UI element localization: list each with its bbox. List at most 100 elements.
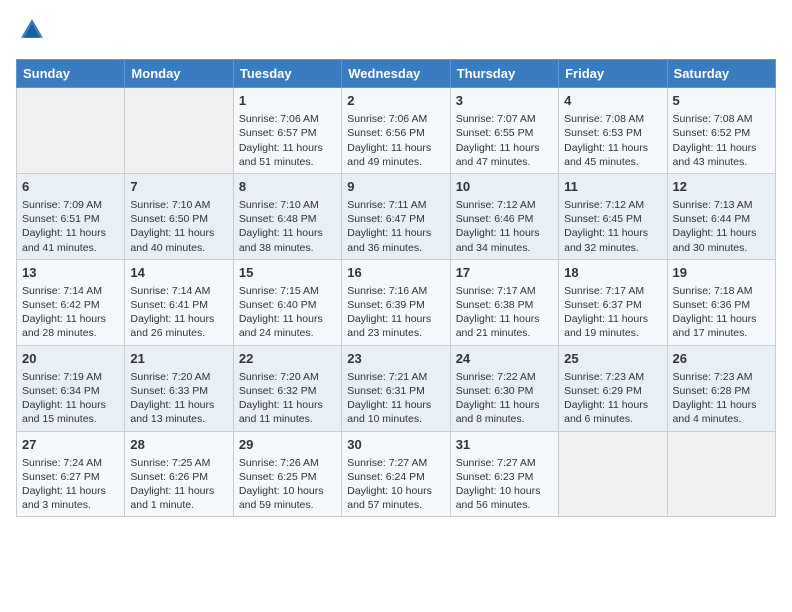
day-info: Sunset: 6:25 PM [239,470,336,484]
header-row: SundayMondayTuesdayWednesdayThursdayFrid… [17,60,776,88]
day-info: Sunrise: 7:14 AM [130,284,227,298]
day-info: Daylight: 11 hours and 15 minutes. [22,398,119,426]
day-number: 20 [22,350,119,368]
day-info: Sunrise: 7:11 AM [347,198,444,212]
day-info: Sunrise: 7:27 AM [456,456,553,470]
day-info: Daylight: 11 hours and 47 minutes. [456,141,553,169]
day-number: 3 [456,92,553,110]
day-info: Daylight: 11 hours and 32 minutes. [564,226,661,254]
day-number: 14 [130,264,227,282]
day-info: Sunset: 6:36 PM [673,298,770,312]
calendar-cell: 30Sunrise: 7:27 AMSunset: 6:24 PMDayligh… [342,431,450,517]
calendar-cell: 8Sunrise: 7:10 AMSunset: 6:48 PMDaylight… [233,173,341,259]
calendar-cell: 6Sunrise: 7:09 AMSunset: 6:51 PMDaylight… [17,173,125,259]
day-info: Sunset: 6:32 PM [239,384,336,398]
day-info: Daylight: 11 hours and 24 minutes. [239,312,336,340]
calendar-cell: 23Sunrise: 7:21 AMSunset: 6:31 PMDayligh… [342,345,450,431]
day-info: Daylight: 11 hours and 19 minutes. [564,312,661,340]
day-number: 7 [130,178,227,196]
calendar-cell: 17Sunrise: 7:17 AMSunset: 6:38 PMDayligh… [450,259,558,345]
day-info: Sunrise: 7:17 AM [456,284,553,298]
day-number: 30 [347,436,444,454]
day-number: 15 [239,264,336,282]
day-number: 10 [456,178,553,196]
day-info: Daylight: 11 hours and 21 minutes. [456,312,553,340]
day-info: Daylight: 11 hours and 10 minutes. [347,398,444,426]
week-row-3: 13Sunrise: 7:14 AMSunset: 6:42 PMDayligh… [17,259,776,345]
day-info: Sunrise: 7:08 AM [673,112,770,126]
day-info: Daylight: 11 hours and 4 minutes. [673,398,770,426]
calendar-cell: 13Sunrise: 7:14 AMSunset: 6:42 PMDayligh… [17,259,125,345]
day-info: Sunset: 6:30 PM [456,384,553,398]
day-number: 9 [347,178,444,196]
day-info: Sunrise: 7:18 AM [673,284,770,298]
header [16,16,776,49]
day-number: 17 [456,264,553,282]
day-info: Sunrise: 7:25 AM [130,456,227,470]
calendar-cell: 26Sunrise: 7:23 AMSunset: 6:28 PMDayligh… [667,345,775,431]
day-info: Sunrise: 7:06 AM [347,112,444,126]
day-info: Sunset: 6:23 PM [456,470,553,484]
day-info: Daylight: 10 hours and 56 minutes. [456,484,553,512]
calendar-cell: 3 Sunrise: 7:07 AMSunset: 6:55 PMDaylight… [450,88,558,174]
day-info: Daylight: 11 hours and 8 minutes. [456,398,553,426]
day-info: Sunrise: 7:10 AM [130,198,227,212]
calendar-cell: 11Sunrise: 7:12 AMSunset: 6:45 PMDayligh… [559,173,667,259]
calendar-cell: 9Sunrise: 7:11 AMSunset: 6:47 PMDaylight… [342,173,450,259]
day-number: 2 [347,92,444,110]
week-row-5: 27Sunrise: 7:24 AMSunset: 6:27 PMDayligh… [17,431,776,517]
day-info: Daylight: 11 hours and 41 minutes. [22,226,119,254]
day-info: Sunrise: 7:24 AM [22,456,119,470]
calendar-cell: 19Sunrise: 7:18 AMSunset: 6:36 PMDayligh… [667,259,775,345]
day-info: Daylight: 11 hours and 11 minutes. [239,398,336,426]
day-info: Sunrise: 7:19 AM [22,370,119,384]
day-info: Daylight: 11 hours and 45 minutes. [564,141,661,169]
day-info: Sunset: 6:24 PM [347,470,444,484]
day-info: Daylight: 11 hours and 40 minutes. [130,226,227,254]
day-info: Sunset: 6:29 PM [564,384,661,398]
day-info: Sunrise: 7:15 AM [239,284,336,298]
calendar-cell: 25 Sunrise: 7:23 AMSunset: 6:29 PMDayligh… [559,345,667,431]
day-info: Daylight: 11 hours and 3 minutes. [22,484,119,512]
day-info: Sunset: 6:52 PM [673,126,770,140]
logo-icon [18,16,46,44]
calendar-cell [17,88,125,174]
day-info: Daylight: 11 hours and 30 minutes. [673,226,770,254]
day-header-tuesday: Tuesday [233,60,341,88]
day-info: Sunset: 6:50 PM [130,212,227,226]
day-header-wednesday: Wednesday [342,60,450,88]
day-info: Sunrise: 7:23 AM [673,370,770,384]
day-info: Sunrise: 7:16 AM [347,284,444,298]
calendar-cell [559,431,667,517]
week-row-1: 1Sunrise: 7:06 AMSunset: 6:57 PMDaylight… [17,88,776,174]
day-info: Sunrise: 7:26 AM [239,456,336,470]
day-number: 4 [564,92,661,110]
logo [16,16,46,49]
day-info: Sunrise: 7:20 AM [239,370,336,384]
day-info: Sunset: 6:55 PM [456,126,553,140]
day-number: 6 [22,178,119,196]
day-info: Daylight: 10 hours and 59 minutes. [239,484,336,512]
day-info: Sunrise: 7:06 AM [239,112,336,126]
day-info: Sunset: 6:31 PM [347,384,444,398]
day-number: 21 [130,350,227,368]
calendar-cell: 14Sunrise: 7:14 AMSunset: 6:41 PMDayligh… [125,259,233,345]
day-info: Sunset: 6:48 PM [239,212,336,226]
day-info: Sunrise: 7:07 AM [456,112,553,126]
day-number: 16 [347,264,444,282]
day-info: Sunrise: 7:10 AM [239,198,336,212]
day-info: Daylight: 11 hours and 26 minutes. [130,312,227,340]
day-info: Sunset: 6:40 PM [239,298,336,312]
day-info: Daylight: 11 hours and 43 minutes. [673,141,770,169]
day-info: Sunset: 6:27 PM [22,470,119,484]
day-info: Sunrise: 7:23 AM [564,370,661,384]
day-info: Sunset: 6:51 PM [22,212,119,226]
day-info: Daylight: 11 hours and 28 minutes. [22,312,119,340]
day-number: 25 [564,350,661,368]
day-number: 22 [239,350,336,368]
day-info: Daylight: 11 hours and 6 minutes. [564,398,661,426]
day-number: 8 [239,178,336,196]
calendar-cell: 24Sunrise: 7:22 AMSunset: 6:30 PMDayligh… [450,345,558,431]
calendar-cell: 4Sunrise: 7:08 AMSunset: 6:53 PMDaylight… [559,88,667,174]
day-number: 18 [564,264,661,282]
